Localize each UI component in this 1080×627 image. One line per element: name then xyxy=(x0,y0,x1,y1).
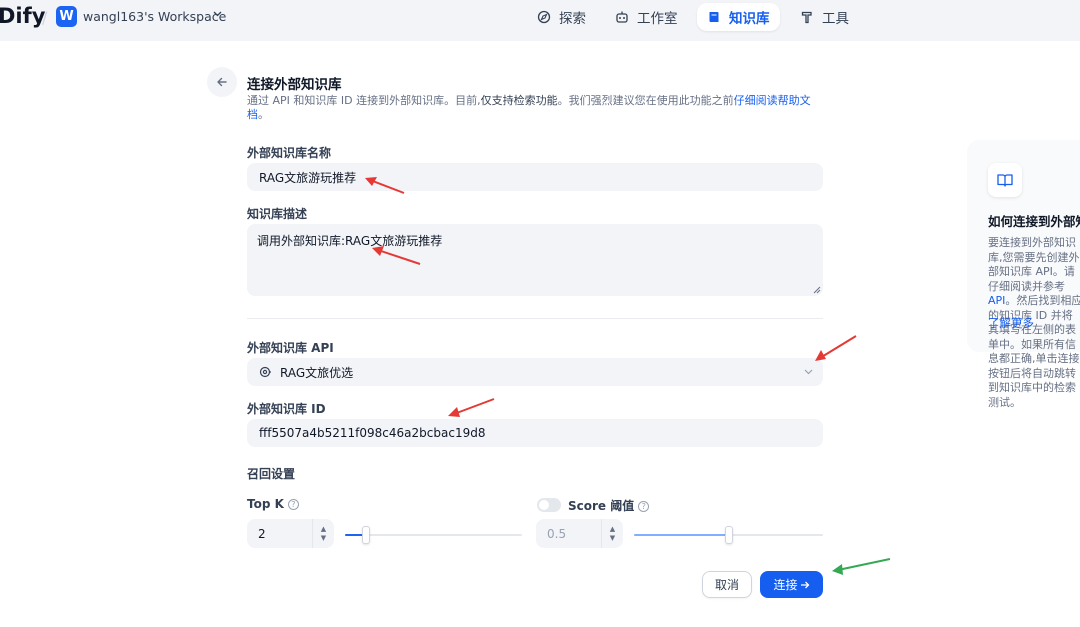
top-navigation-bar: Dify / W wangl163's Workspace 探索 工作室 知识库… xyxy=(0,0,1080,41)
description-text: 。我们强烈建议您在使用此功能之前 xyxy=(557,94,734,107)
topk-label: Top K? xyxy=(247,497,299,511)
page-description: 通过 API 和知识库 ID 连接到外部知识库。目前,仅支持检索功能。我们强烈建… xyxy=(247,94,827,122)
robot-icon xyxy=(616,11,628,23)
score-threshold-value: 0.5 xyxy=(547,526,567,541)
external-id-input[interactable]: fff5507a4b5211f098c46a2bcbac19d8 xyxy=(247,419,823,447)
breadcrumb-separator: / xyxy=(42,8,48,27)
recall-settings-label: 召回设置 xyxy=(247,467,296,481)
arrow-right-icon xyxy=(800,581,809,588)
increment-icon[interactable]: ▲ xyxy=(610,525,615,534)
learn-more-link[interactable]: 了解更多 xyxy=(988,315,1034,331)
nav-tab-explore[interactable]: 探索 xyxy=(527,3,596,31)
decrement-icon[interactable]: ▼ xyxy=(321,534,326,543)
help-card-text-part: 要连接到外部知识库,您需要先创建外部知识库 API。请仔细阅读并参考 xyxy=(988,236,1080,293)
dify-logo[interactable]: Dify xyxy=(0,4,45,28)
book-open-icon xyxy=(988,163,1022,197)
knowledge-description-value: 调用外部知识库:RAG文旅游玩推荐 xyxy=(257,234,443,248)
red-arrow-id xyxy=(448,398,495,417)
nav-tab-label: 探索 xyxy=(559,11,586,27)
score-slider-handle[interactable] xyxy=(725,526,733,544)
resize-handle-icon[interactable] xyxy=(813,286,821,294)
back-button[interactable] xyxy=(207,67,237,97)
help-card-title: 如何连接到外部知识库 xyxy=(988,214,1080,229)
book-icon xyxy=(709,12,719,22)
topk-stepper[interactable]: ▲ ▼ xyxy=(312,519,334,548)
external-api-value: RAG文旅优选 xyxy=(280,365,354,380)
score-threshold-toggle[interactable] xyxy=(537,498,561,512)
external-id-value: fff5507a4b5211f098c46a2bcbac19d8 xyxy=(259,426,486,440)
chevron-down-icon xyxy=(804,369,813,375)
description-text: 。 xyxy=(258,108,269,121)
nav-tab-label: 工具 xyxy=(822,11,849,27)
nav-tab-tools[interactable]: 工具 xyxy=(790,3,859,31)
knowledge-name-value: RAG文旅游玩推荐 xyxy=(259,170,357,185)
section-divider xyxy=(247,318,823,319)
decrement-icon[interactable]: ▼ xyxy=(610,534,615,543)
external-id-label: 外部知识库 ID xyxy=(247,402,326,416)
topk-slider-track[interactable] xyxy=(345,534,522,536)
description-emphasis: 仅支持检索功能 xyxy=(480,94,558,107)
compass-icon xyxy=(537,10,551,24)
hammer-icon xyxy=(801,11,812,24)
topk-slider-handle[interactable] xyxy=(362,526,370,544)
external-api-label: 外部知识库 API xyxy=(247,341,334,355)
knowledge-description-label: 知识库描述 xyxy=(247,207,308,221)
score-threshold-input[interactable]: 0.5 ▲ ▼ xyxy=(536,519,623,548)
help-card: 如何连接到外部知识库 要连接到外部知识库,您需要先创建外部知识库 API。请仔细… xyxy=(967,140,1080,409)
connect-button-label: 连接 xyxy=(773,578,798,592)
workspace-selector[interactable]: wangl163's Workspace xyxy=(83,9,226,24)
score-threshold-label-text: Score 阈值 xyxy=(568,499,635,513)
red-arrow-api xyxy=(815,335,857,361)
nav-tab-label: 知识库 xyxy=(729,11,770,27)
increment-icon[interactable]: ▲ xyxy=(321,525,326,534)
help-card-text-part: 。然后找到相应的知识库 ID 并将其填写在左侧的表单中。如果所有信息都正确,单击… xyxy=(988,294,1080,409)
knowledge-name-input[interactable]: RAG文旅游玩推荐 xyxy=(247,163,823,191)
external-api-select[interactable]: RAG文旅优选 xyxy=(247,358,823,386)
api-connection-icon xyxy=(259,366,271,378)
knowledge-description-textarea[interactable]: 调用外部知识库:RAG文旅游玩推荐 xyxy=(247,224,823,296)
topk-label-text: Top K xyxy=(247,497,284,511)
cancel-button[interactable]: 取消 xyxy=(702,571,752,598)
score-threshold-label: Score 阈值? xyxy=(568,497,650,514)
connect-button[interactable]: 连接 xyxy=(760,571,823,598)
page-title: 连接外部知识库 xyxy=(247,77,342,93)
arrow-left-icon xyxy=(217,77,227,87)
nav-tab-knowledge[interactable]: 知识库 xyxy=(697,3,780,31)
nav-tab-studio[interactable]: 工作室 xyxy=(605,3,688,31)
knowledge-name-label: 外部知识库名称 xyxy=(247,146,332,160)
score-threshold-stepper[interactable]: ▲ ▼ xyxy=(601,519,623,548)
workspace-avatar[interactable]: W xyxy=(56,6,77,27)
topk-input[interactable]: 2 ▲ ▼ xyxy=(247,519,334,548)
nav-tab-label: 工作室 xyxy=(637,11,678,27)
green-arrow-connect xyxy=(832,558,891,575)
description-text: 通过 API 和知识库 ID 连接到外部知识库。目前, xyxy=(247,94,481,107)
score-slider-fill xyxy=(634,534,729,536)
help-card-api-link[interactable]: API xyxy=(988,294,1005,307)
topk-value: 2 xyxy=(258,526,266,541)
question-icon[interactable]: ? xyxy=(287,499,299,510)
question-icon[interactable]: ? xyxy=(638,501,650,512)
chevron-down-icon[interactable] xyxy=(213,9,222,20)
